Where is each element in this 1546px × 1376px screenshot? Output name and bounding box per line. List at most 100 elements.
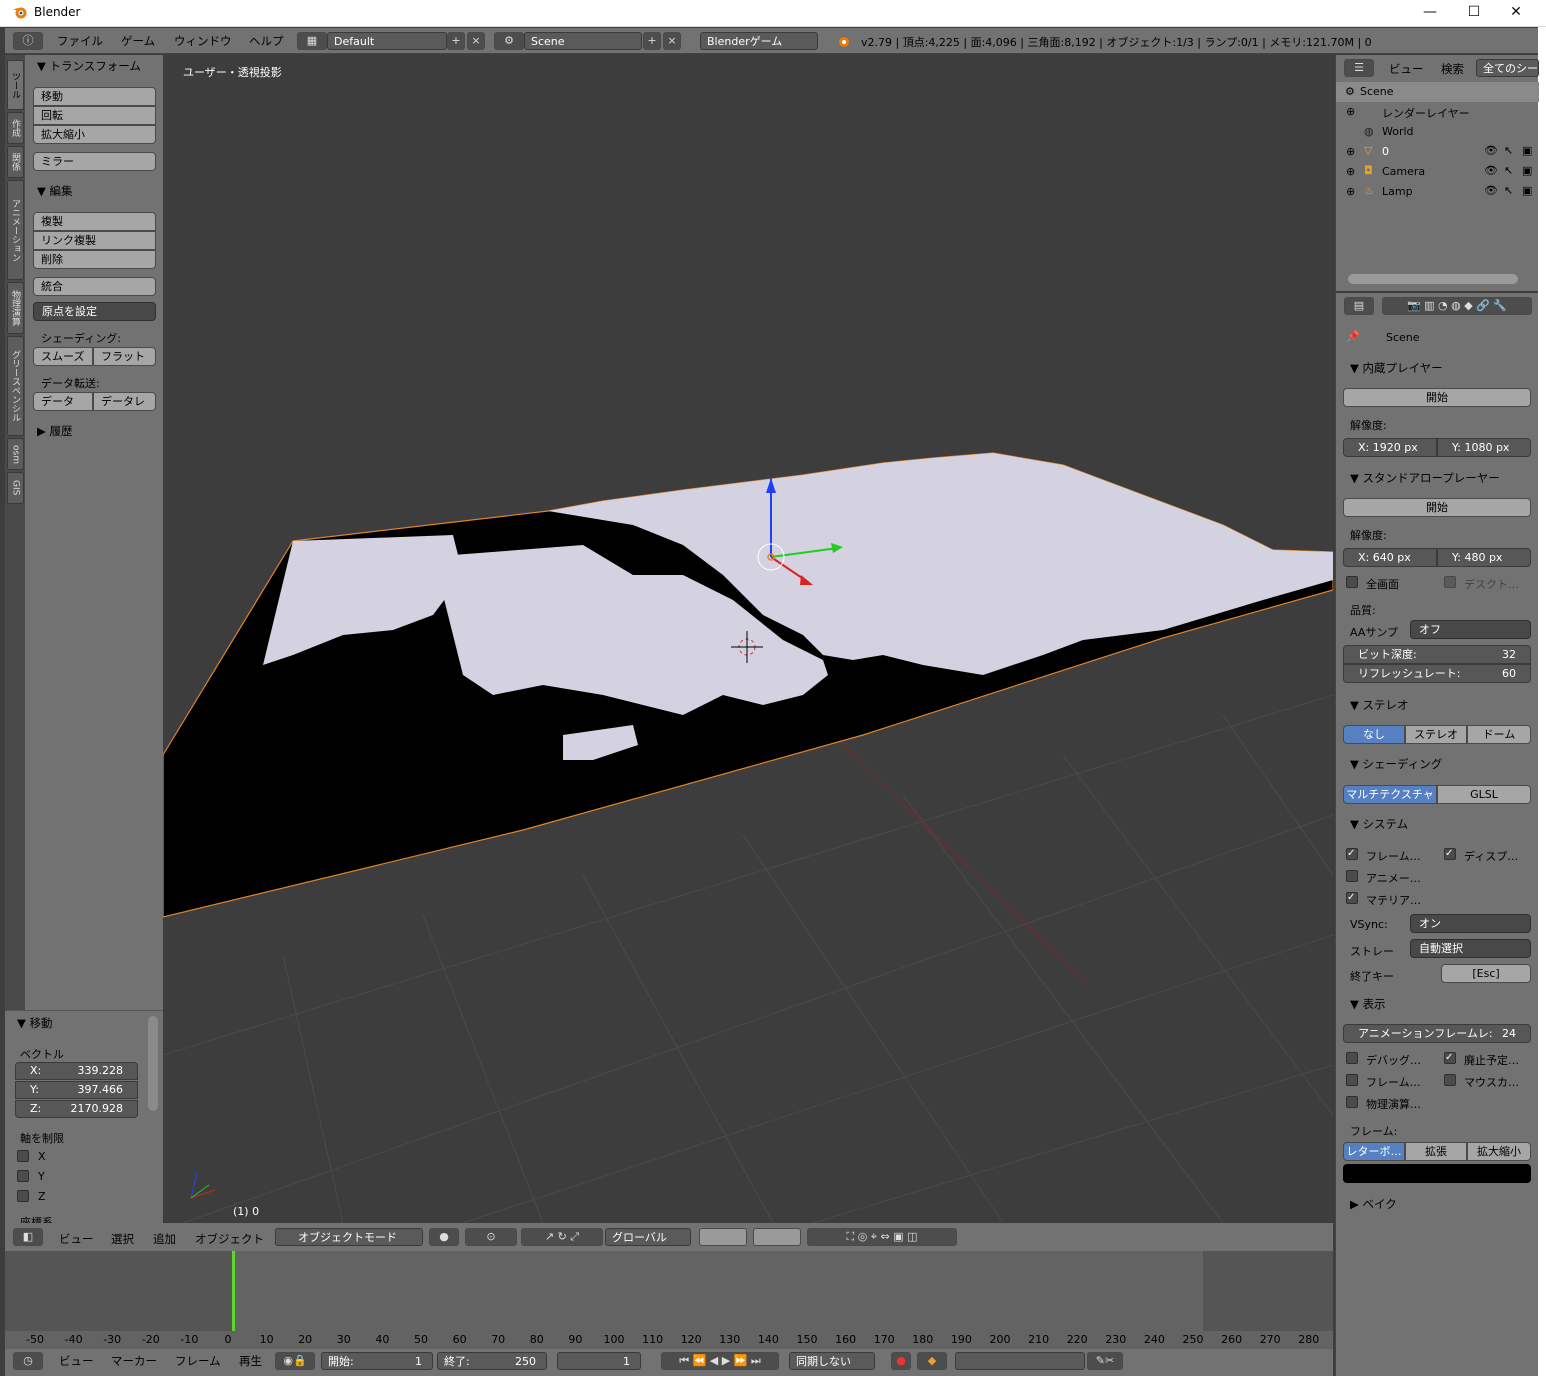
scene-field[interactable]: Scene: [524, 32, 642, 50]
keying-set-field[interactable]: [955, 1352, 1085, 1370]
screen-layout-icon[interactable]: ▦: [297, 32, 327, 50]
fullscreen-checkbox[interactable]: [1346, 576, 1358, 588]
outliner-row-camera[interactable]: ⊕ ◘ Camera 👁 ↖ ▣: [1336, 162, 1539, 182]
shade-smooth-button[interactable]: スムーズ: [33, 347, 93, 366]
physics-visualization-checkbox[interactable]: [1346, 1096, 1358, 1108]
standalone-player-title[interactable]: ▼ スタンドアロープレーヤー: [1350, 470, 1500, 486]
tab-animation[interactable]: アニメーション: [7, 180, 24, 280]
editor-type-properties-icon[interactable]: ▤: [1344, 297, 1374, 315]
shading-multitexture-button[interactable]: マルチテクスチャ: [1343, 785, 1437, 804]
animation-checkbox[interactable]: [1346, 870, 1358, 882]
standalone-res-x-field[interactable]: X: 640 px: [1343, 548, 1437, 567]
remove-layout-icon[interactable]: ×: [467, 32, 485, 50]
debug-checkbox[interactable]: [1346, 1052, 1358, 1064]
render-camera-icon[interactable]: ▣: [1522, 144, 1532, 157]
tab-gis[interactable]: GIS: [7, 472, 24, 504]
outliner-menu-search[interactable]: 検索: [1441, 61, 1464, 77]
add-layout-icon[interactable]: +: [447, 32, 465, 50]
layers-group-2[interactable]: [753, 1228, 801, 1246]
join-button[interactable]: 統合: [33, 277, 156, 296]
view3d-menu-object[interactable]: オブジェクト: [195, 1231, 264, 1247]
expand-icon[interactable]: ⊕: [1346, 165, 1355, 178]
editor-type-3d-icon[interactable]: ◧: [13, 1228, 43, 1246]
translate-button[interactable]: 移動: [33, 87, 156, 106]
embedded-res-x-field[interactable]: X: 1920 px: [1343, 438, 1437, 457]
panel-history-title[interactable]: ▶ 履歴: [37, 423, 73, 439]
shading-glsl-button[interactable]: GLSL: [1437, 785, 1531, 804]
frame-rate-checkbox[interactable]: ✓: [1346, 848, 1358, 860]
outliner-row-world[interactable]: ◍ World: [1336, 122, 1539, 142]
exit-key-button[interactable]: [Esc]: [1441, 964, 1531, 983]
tab-create[interactable]: 作成: [7, 112, 24, 144]
outliner-filter-dropdown[interactable]: 全てのシー: [1476, 59, 1539, 77]
framing-scale-button[interactable]: 拡大縮小: [1467, 1142, 1531, 1161]
vector-z-field[interactable]: Z: 2170.928: [15, 1100, 138, 1118]
bit-depth-field[interactable]: ビット深度: 32: [1343, 645, 1531, 664]
menu-game[interactable]: ゲーム: [121, 33, 155, 49]
insert-delete-key-icon[interactable]: ✎✂: [1087, 1352, 1123, 1370]
expand-icon[interactable]: ⊕: [1346, 185, 1355, 198]
select-arrow-icon[interactable]: ↖: [1504, 144, 1513, 157]
mode-dropdown[interactable]: オブジェクトモード: [275, 1228, 423, 1246]
properties-context-tabs[interactable]: 📷 ▥ ◔ ◍ ◆ 🔗 🔧: [1382, 297, 1532, 315]
constraint-y-checkbox[interactable]: [17, 1170, 29, 1182]
timeline-menu-playback[interactable]: 再生: [239, 1353, 262, 1369]
shading-title[interactable]: ▼ シェーディング: [1350, 756, 1442, 772]
visibility-eye-icon[interactable]: 👁: [1484, 164, 1498, 177]
display-title[interactable]: ▼ 表示: [1350, 996, 1386, 1012]
desktop-checkbox[interactable]: [1444, 576, 1456, 588]
outliner-hscrollbar[interactable]: [1348, 274, 1518, 284]
menu-help[interactable]: ヘルプ: [249, 33, 284, 49]
rotate-button[interactable]: 回転: [33, 106, 156, 125]
maximize-button[interactable]: ☐: [1452, 2, 1496, 24]
render-camera-icon[interactable]: ▣: [1522, 164, 1532, 177]
outliner-row-renderlayers[interactable]: ⊕ レンダーレイヤー: [1336, 102, 1539, 122]
embedded-start-button[interactable]: 開始: [1343, 388, 1531, 407]
visibility-eye-icon[interactable]: 👁: [1484, 184, 1498, 197]
render-camera-icon[interactable]: ▣: [1522, 184, 1532, 197]
sync-mode-dropdown[interactable]: 同期しない: [789, 1352, 875, 1370]
tab-tools[interactable]: ツール: [7, 60, 24, 110]
redo-scrollbar[interactable]: [148, 1016, 158, 1111]
display-lists-checkbox[interactable]: ✓: [1444, 848, 1456, 860]
preview-range-icon[interactable]: ◉🔒: [275, 1352, 315, 1370]
tab-relations[interactable]: 関係: [7, 146, 24, 178]
standalone-start-button[interactable]: 開始: [1343, 498, 1531, 517]
mirror-button[interactable]: ミラー: [33, 152, 156, 171]
close-button[interactable]: ✕: [1494, 2, 1538, 24]
shade-flat-button[interactable]: フラット: [93, 347, 156, 366]
deprecation-checkbox[interactable]: ✓: [1444, 1052, 1456, 1064]
expand-icon[interactable]: ⊕: [1346, 105, 1355, 118]
framing-extend-button[interactable]: 拡張: [1405, 1142, 1467, 1161]
view3d-menu-view[interactable]: ビュー: [59, 1231, 94, 1247]
panel-transform-title[interactable]: ▼ トランスフォーム: [37, 58, 141, 74]
stereo-dome-button[interactable]: ドーム: [1467, 725, 1531, 744]
duplicate-linked-button[interactable]: リンク複製: [33, 231, 156, 250]
manipulator-icons[interactable]: ↗ ↻ ⤢: [521, 1228, 603, 1246]
select-arrow-icon[interactable]: ↖: [1504, 164, 1513, 177]
vector-x-field[interactable]: X: 339.228: [15, 1062, 138, 1080]
outliner-row-lamp[interactable]: ⊕ ♨ Lamp 👁 ↖ ▣: [1336, 182, 1539, 202]
view3d-menu-add[interactable]: 追加: [153, 1231, 176, 1247]
embedded-player-title[interactable]: ▼ 内蔵プレイヤー: [1350, 360, 1443, 376]
set-origin-dropdown[interactable]: 原点を設定: [33, 302, 156, 321]
menu-window[interactable]: ウィンドウ: [174, 33, 232, 49]
delete-button[interactable]: 削除: [33, 250, 156, 269]
timeline-menu-view[interactable]: ビュー: [59, 1353, 94, 1369]
render-engine-dropdown[interactable]: Blenderゲーム: [700, 32, 818, 50]
start-frame-field[interactable]: 開始: 1: [321, 1352, 433, 1370]
pin-icon[interactable]: 📌: [1346, 330, 1360, 343]
timeline[interactable]: -50 -40 -30 -20 -10 0 10 20 30 40 50 60 70 80 90 100 110…: [5, 1251, 1333, 1351]
current-frame-marker[interactable]: [232, 1251, 235, 1331]
timeline-menu-marker[interactable]: マーカー: [111, 1353, 157, 1369]
tab-physics[interactable]: 物理演算: [7, 282, 24, 334]
select-arrow-icon[interactable]: ↖: [1504, 184, 1513, 197]
framing-color-swatch[interactable]: [1343, 1164, 1531, 1183]
record-icon[interactable]: ●: [891, 1352, 911, 1370]
visibility-eye-icon[interactable]: 👁: [1484, 144, 1498, 157]
stereo-title[interactable]: ▼ ステレオ: [1350, 697, 1409, 713]
3d-viewport[interactable]: ユーザー・透視投影 (1) 0: [163, 55, 1333, 1223]
editor-type-outliner-icon[interactable]: ☰: [1344, 59, 1374, 77]
framing-letterbox-button[interactable]: レターボ…: [1343, 1142, 1405, 1161]
storage-dropdown[interactable]: 自動選択: [1410, 939, 1531, 958]
